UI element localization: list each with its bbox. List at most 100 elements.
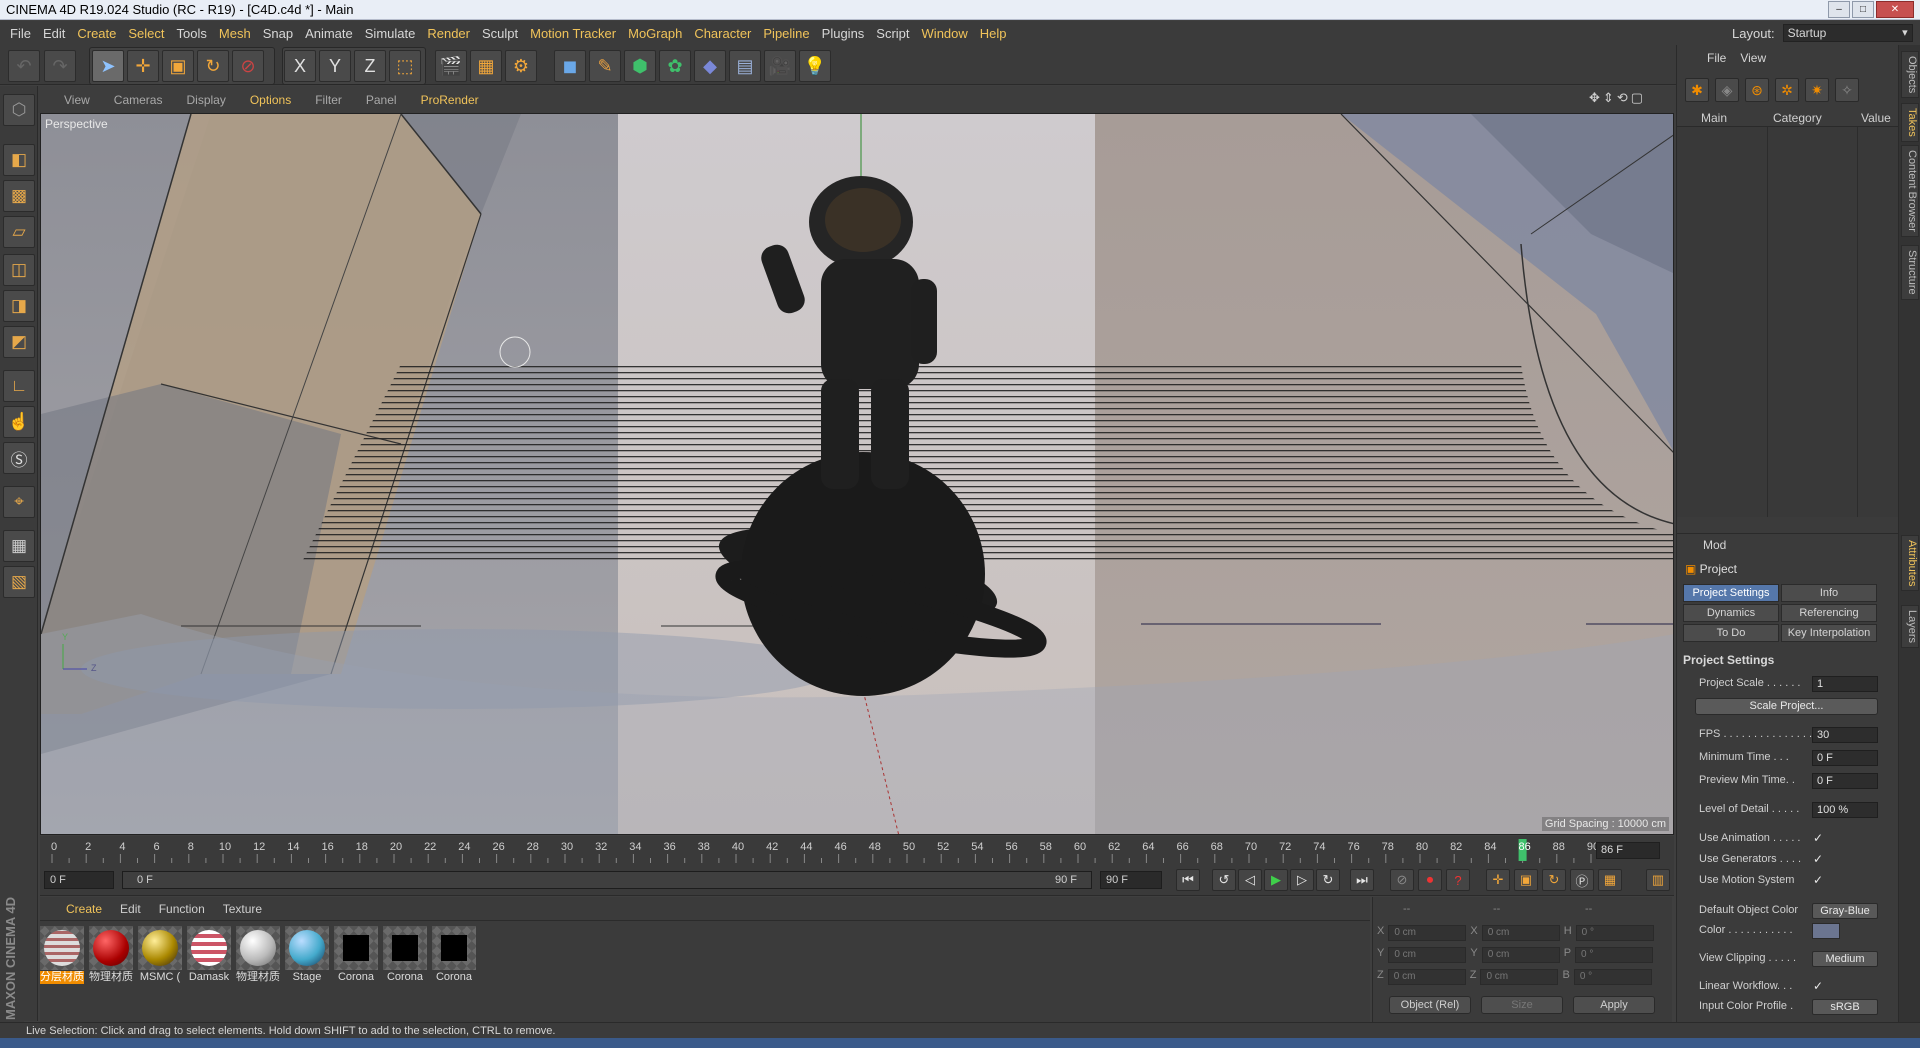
material-swatch[interactable]: Damask: [187, 926, 231, 986]
menu-simulate[interactable]: Simulate: [365, 26, 416, 41]
menu-edit[interactable]: Edit: [43, 26, 65, 41]
col-category[interactable]: Category: [1773, 111, 1822, 125]
tab-key-interpolation[interactable]: Key Interpolation: [1781, 624, 1877, 642]
input-color-profile-dropdown[interactable]: sRGB: [1812, 999, 1878, 1015]
timeline-ruler[interactable]: 0 2 4 6 8 10 12 14 16 18 20 22 24 26 28 30 32 34 36 38 40 42 4…: [40, 836, 1674, 864]
model-mode-icon[interactable]: ◧: [3, 144, 35, 176]
menu-script[interactable]: Script: [876, 26, 909, 41]
use-animation-checkbox[interactable]: ✓: [1813, 831, 1823, 845]
menu-sculpt[interactable]: Sculpt: [482, 26, 518, 41]
coordinate-mode-dropdown[interactable]: Object (Rel): [1389, 996, 1471, 1014]
material-swatch[interactable]: Corona: [383, 926, 427, 986]
default-object-color-dropdown[interactable]: Gray-Blue: [1812, 903, 1878, 919]
object-tool-icon[interactable]: ◈: [1715, 78, 1739, 102]
undo-icon[interactable]: ↶: [8, 50, 40, 82]
mat-menu-edit[interactable]: Edit: [120, 902, 141, 916]
col-main[interactable]: Main: [1701, 111, 1727, 125]
previous-key-icon[interactable]: ↺: [1212, 869, 1236, 891]
edges-mode-icon[interactable]: ◨: [3, 290, 35, 322]
use-motion-system-checkbox[interactable]: ✓: [1813, 873, 1823, 887]
tweak-mode-icon[interactable]: ☝: [3, 406, 35, 438]
apply-button[interactable]: Apply: [1573, 996, 1655, 1014]
vp-menu-prorender[interactable]: ProRender: [421, 93, 479, 107]
record-scale-icon[interactable]: ▣: [1514, 869, 1538, 891]
obj-menu-view[interactable]: View: [1740, 51, 1766, 65]
live-selection-icon[interactable]: ➤: [92, 50, 124, 82]
tab-dynamics[interactable]: Dynamics: [1683, 604, 1779, 622]
object-tool-icon[interactable]: ⊛: [1745, 78, 1769, 102]
maximize-button[interactable]: □: [1852, 1, 1874, 18]
workplane-icon[interactable]: ▱: [3, 216, 35, 248]
pen-spline-icon[interactable]: ✎: [589, 50, 621, 82]
linear-workflow-checkbox[interactable]: ✓: [1813, 979, 1823, 993]
points-mode-icon[interactable]: ◫: [3, 254, 35, 286]
size-mode-dropdown[interactable]: Size: [1481, 996, 1563, 1014]
position-x-field[interactable]: 0 cm: [1388, 925, 1467, 941]
tab-referencing[interactable]: Referencing: [1781, 604, 1877, 622]
vp-menu-filter[interactable]: Filter: [315, 93, 342, 107]
floor-icon[interactable]: ▤: [729, 50, 761, 82]
lock-workplane-icon[interactable]: ▦: [3, 530, 35, 562]
planar-workplane-icon[interactable]: ▧: [3, 566, 35, 598]
menu-animate[interactable]: Animate: [305, 26, 353, 41]
move-icon[interactable]: ✛: [127, 50, 159, 82]
side-tab-attributes[interactable]: Attributes: [1901, 535, 1919, 592]
cloner-icon[interactable]: ✿: [659, 50, 691, 82]
col-value[interactable]: Value: [1861, 111, 1891, 125]
minimize-button[interactable]: ‒: [1828, 1, 1850, 18]
next-key-icon[interactable]: ↻: [1316, 869, 1340, 891]
mat-menu-texture[interactable]: Texture: [223, 902, 262, 916]
timeline-window-icon[interactable]: ▥: [1646, 869, 1670, 891]
texture-mode-icon[interactable]: ▩: [3, 180, 35, 212]
size-y-field[interactable]: 0 cm: [1481, 947, 1560, 963]
fps-field[interactable]: 30: [1812, 727, 1878, 743]
redo-icon[interactable]: ↷: [44, 50, 76, 82]
position-y-field[interactable]: 0 cm: [1388, 947, 1467, 963]
light-icon[interactable]: 💡: [799, 50, 831, 82]
preview-min-time-field[interactable]: 0 F: [1812, 773, 1878, 789]
material-swatch[interactable]: 物理材质: [89, 926, 133, 986]
solo-icon[interactable]: Ⓢ: [3, 442, 35, 474]
menu-plugins[interactable]: Plugins: [822, 26, 865, 41]
render-settings-icon[interactable]: ⚙: [505, 50, 537, 82]
render-view-icon[interactable]: 🎬: [435, 50, 467, 82]
rotation-b-field[interactable]: 0 °: [1573, 969, 1652, 985]
vp-menu-view[interactable]: View: [64, 93, 90, 107]
mat-menu-create[interactable]: Create: [66, 902, 102, 916]
autokeying-icon[interactable]: ?: [1446, 869, 1470, 891]
material-swatch[interactable]: Stage: [285, 926, 329, 986]
object-tool-icon[interactable]: ✱: [1685, 78, 1709, 102]
preview-range-slider[interactable]: 0 F 90 F: [122, 871, 1092, 889]
y-axis-lock-button[interactable]: Y: [319, 50, 351, 82]
menu-pipeline[interactable]: Pipeline: [763, 26, 809, 41]
rotate-icon[interactable]: ↻: [197, 50, 229, 82]
layout-dropdown[interactable]: Startup: [1782, 24, 1913, 42]
menu-render[interactable]: Render: [427, 26, 470, 41]
menu-window[interactable]: Window: [922, 26, 968, 41]
side-tab-layers[interactable]: Layers: [1901, 605, 1919, 649]
polygons-mode-icon[interactable]: ◩: [3, 326, 35, 358]
material-swatch[interactable]: 分层材质: [40, 926, 84, 986]
viewport-navigation-icons[interactable]: ✥⇕⟲▢: [1589, 90, 1646, 106]
side-tab-objects[interactable]: Objects: [1901, 51, 1919, 99]
scale-icon[interactable]: ▣: [162, 50, 194, 82]
object-tool-icon[interactable]: ✧: [1835, 78, 1859, 102]
view-clipping-dropdown[interactable]: Medium: [1812, 951, 1878, 967]
play-icon[interactable]: ▶: [1264, 869, 1288, 891]
menu-mograph[interactable]: MoGraph: [628, 26, 682, 41]
record-parameter-icon[interactable]: Ⓟ: [1570, 869, 1594, 891]
record-rotation-icon[interactable]: ↻: [1542, 869, 1566, 891]
end-frame-field[interactable]: 90 F: [1100, 871, 1162, 889]
axis-mode-icon[interactable]: ∟: [3, 370, 35, 402]
menu-motion-tracker[interactable]: Motion Tracker: [530, 26, 616, 41]
menu-file[interactable]: File: [10, 26, 31, 41]
next-frame-icon[interactable]: ▷: [1290, 869, 1314, 891]
menu-character[interactable]: Character: [694, 26, 751, 41]
size-x-field[interactable]: 0 cm: [1481, 925, 1560, 941]
object-list[interactable]: [1677, 127, 1898, 517]
close-button[interactable]: ✕: [1876, 1, 1914, 18]
vp-menu-panel[interactable]: Panel: [366, 93, 397, 107]
position-z-field[interactable]: 0 cm: [1387, 969, 1466, 985]
vp-menu-cameras[interactable]: Cameras: [114, 93, 163, 107]
cube-primitive-icon[interactable]: ◼: [554, 50, 586, 82]
